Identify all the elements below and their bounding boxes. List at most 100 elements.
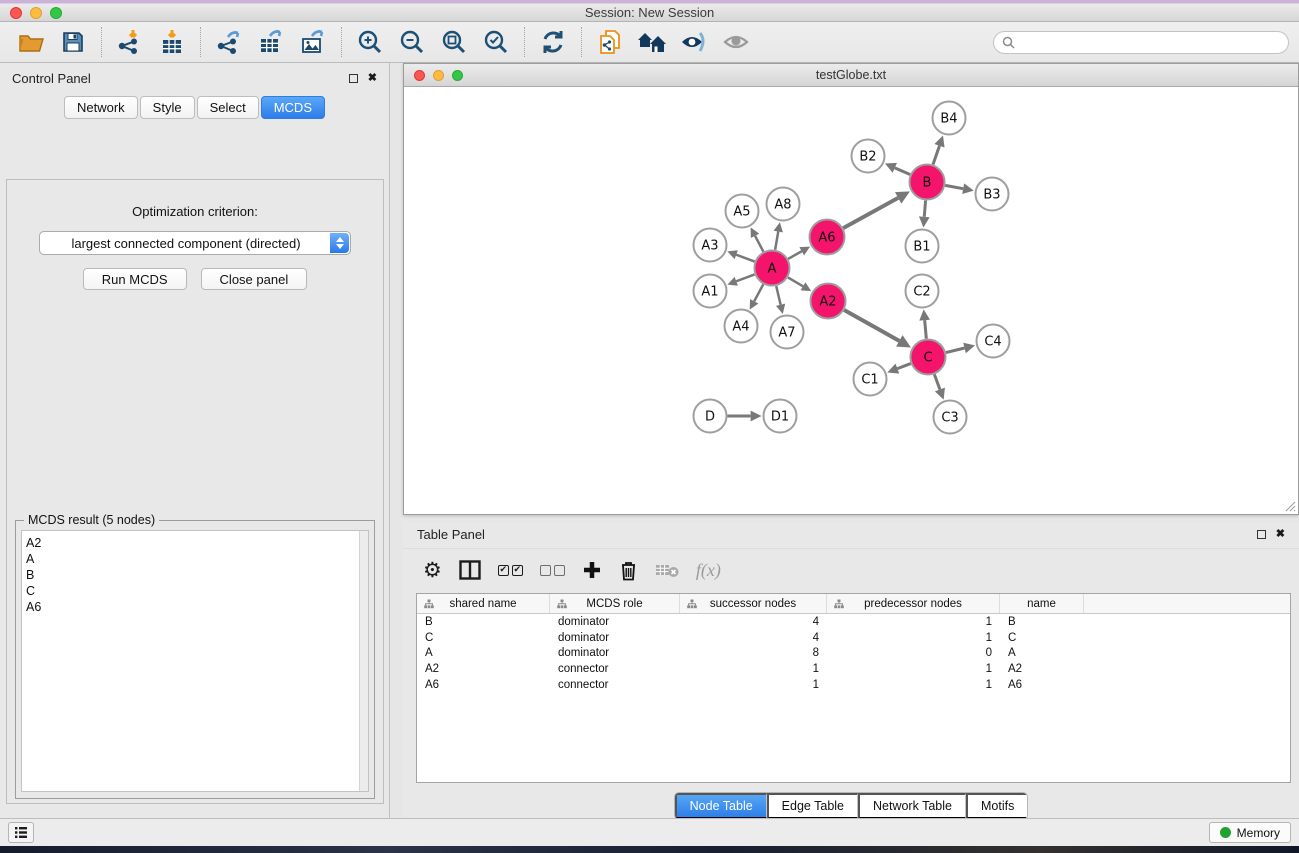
close-panel-button[interactable]: Close panel xyxy=(201,268,308,290)
search-input[interactable] xyxy=(1020,35,1280,49)
close-table-panel-icon[interactable]: ✖ xyxy=(1276,529,1285,540)
table-cell[interactable]: 8 xyxy=(680,647,827,659)
table-cell[interactable]: A6 xyxy=(417,679,550,691)
graph-node-A1[interactable]: A1 xyxy=(694,275,727,308)
table-row[interactable]: A6connector11A6 xyxy=(417,677,1290,693)
close-panel-icon[interactable]: ✖ xyxy=(368,73,377,84)
table-cell[interactable]: 4 xyxy=(680,632,827,644)
table-row[interactable]: Cdominator41C xyxy=(417,630,1290,646)
export-network-button[interactable] xyxy=(208,25,250,59)
graph-node-D1[interactable]: D1 xyxy=(764,400,797,433)
graph-edge-A-A3[interactable] xyxy=(736,255,754,262)
network-graph[interactable]: B4B2BB3A8A5A6A3B1AA1C2A2A4A7C4CC1DD1C3 xyxy=(404,87,1296,513)
table-cell[interactable]: A xyxy=(417,647,550,659)
table-row[interactable]: Adominator80A xyxy=(417,646,1290,662)
graph-node-B3[interactable]: B3 xyxy=(976,178,1009,211)
table-cell[interactable]: 4 xyxy=(680,616,827,628)
show-column-panel-icon[interactable] xyxy=(459,556,481,584)
graph-node-C[interactable]: C xyxy=(911,340,946,375)
table-cell[interactable]: A xyxy=(1000,647,1084,659)
graph-edge-C-C3[interactable] xyxy=(934,374,940,389)
table-cell[interactable]: connector xyxy=(550,663,680,675)
column-header-predecessor-nodes[interactable]: predecessor nodes xyxy=(827,594,1000,613)
table-cell[interactable]: C xyxy=(417,632,550,644)
memory-button[interactable]: Memory xyxy=(1209,822,1291,843)
graph-edge-A-A1[interactable] xyxy=(736,274,754,281)
column-header-shared-name[interactable]: shared name xyxy=(417,594,550,613)
open-session-button[interactable] xyxy=(10,25,52,59)
mcds-result-item[interactable]: C xyxy=(26,583,368,599)
close-window-button[interactable] xyxy=(10,7,22,19)
duplicate-network-button[interactable] xyxy=(589,25,631,59)
mcds-result-item[interactable]: A2 xyxy=(26,535,368,551)
table-row[interactable]: Bdominator41B xyxy=(417,614,1290,630)
graph-node-A3[interactable]: A3 xyxy=(694,229,727,262)
table-settings-icon[interactable]: ⚙ xyxy=(423,556,442,584)
table-cell[interactable]: dominator xyxy=(550,632,680,644)
minimize-window-button[interactable] xyxy=(30,7,42,19)
zoom-selected-button[interactable] xyxy=(475,25,517,59)
table-cell[interactable]: C xyxy=(1000,632,1084,644)
run-mcds-button[interactable]: Run MCDS xyxy=(83,268,187,290)
graph-node-D[interactable]: D xyxy=(694,400,727,433)
table-cell[interactable]: 1 xyxy=(827,679,1000,691)
search-field[interactable] xyxy=(993,31,1289,54)
tab-network[interactable]: Network xyxy=(64,96,138,119)
graph-node-A6[interactable]: A6 xyxy=(810,220,845,255)
import-table-button[interactable] xyxy=(151,25,193,59)
graph-edge-C-C2[interactable] xyxy=(925,320,927,338)
graph-edge-A-A2[interactable] xyxy=(788,277,803,286)
graph-node-A4[interactable]: A4 xyxy=(725,310,758,343)
mcds-result-item[interactable]: B xyxy=(26,567,368,583)
float-table-panel-icon[interactable] xyxy=(1257,530,1266,539)
graph-edge-A6-B[interactable] xyxy=(843,198,898,228)
table-cell[interactable]: B xyxy=(417,616,550,628)
zoom-in-button[interactable] xyxy=(349,25,391,59)
table-cell[interactable]: 0 xyxy=(827,647,1000,659)
table-cell[interactable]: dominator xyxy=(550,647,680,659)
graph-edge-B-B4[interactable] xyxy=(933,146,939,165)
criterion-select[interactable]: largest connected component (directed) xyxy=(39,231,351,255)
graph-node-C4[interactable]: C4 xyxy=(977,325,1010,358)
table-cell[interactable]: A2 xyxy=(417,663,550,675)
export-image-button[interactable] xyxy=(292,25,334,59)
tab-motifs[interactable]: Motifs xyxy=(966,793,1027,819)
table-row[interactable]: A2connector11A2 xyxy=(417,661,1290,677)
zoom-window-button[interactable] xyxy=(50,7,62,19)
close-network-button[interactable] xyxy=(414,70,425,81)
column-header-MCDS-role[interactable]: MCDS role xyxy=(550,594,680,613)
add-column-icon[interactable] xyxy=(582,556,602,584)
graph-edge-A-A4[interactable] xyxy=(754,284,763,301)
mcds-result-item[interactable]: A6 xyxy=(26,599,368,615)
graph-edge-A-A7[interactable] xyxy=(776,286,780,305)
graph-node-A5[interactable]: A5 xyxy=(726,195,759,228)
table-cell[interactable]: A2 xyxy=(1000,663,1084,675)
graph-edge-C-C4[interactable] xyxy=(946,348,965,353)
window-resize-grip[interactable] xyxy=(1283,499,1296,512)
select-stepper-icon[interactable] xyxy=(330,233,349,253)
table-cell[interactable]: dominator xyxy=(550,616,680,628)
table-cell[interactable]: connector xyxy=(550,679,680,691)
graph-edge-C-C1[interactable] xyxy=(897,364,910,369)
tab-mcds[interactable]: MCDS xyxy=(261,96,325,119)
graph-node-C2[interactable]: C2 xyxy=(906,275,939,308)
zoom-fit-button[interactable] xyxy=(433,25,475,59)
table-cell[interactable]: 1 xyxy=(680,679,827,691)
graph-edge-B-B2[interactable] xyxy=(895,168,910,175)
show-all-networks-button[interactable] xyxy=(631,25,673,59)
graph-edge-A-A5[interactable] xyxy=(755,236,763,252)
network-window-titlebar[interactable]: testGlobe.txt xyxy=(404,64,1298,87)
tab-node-table[interactable]: Node Table xyxy=(675,793,767,819)
minimize-network-button[interactable] xyxy=(433,70,444,81)
export-table-button[interactable] xyxy=(250,25,292,59)
import-network-button[interactable] xyxy=(109,25,151,59)
graph-node-B4[interactable]: B4 xyxy=(933,102,966,135)
delete-table-icon[interactable] xyxy=(655,556,679,584)
graph-edge-B-B1[interactable] xyxy=(924,200,925,216)
graph-node-B2[interactable]: B2 xyxy=(852,140,885,173)
deselect-all-columns-icon[interactable] xyxy=(540,556,565,584)
graph-node-A[interactable]: A xyxy=(755,251,790,286)
graph-edge-A2-C[interactable] xyxy=(844,310,899,341)
graph-node-B1[interactable]: B1 xyxy=(906,230,939,263)
table-cell[interactable]: A6 xyxy=(1000,679,1084,691)
